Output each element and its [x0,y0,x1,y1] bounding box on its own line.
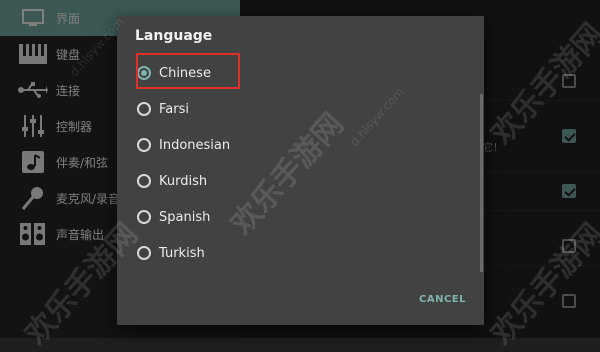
language-option-turkish[interactable]: Turkish [137,238,437,268]
option-label: Turkish [159,245,205,261]
dialog-title: Language [135,28,213,44]
option-label: Indonesian [159,137,231,153]
selection-highlight-box [136,53,240,89]
radio-unselected-icon [137,138,151,152]
radio-unselected-icon [137,174,151,188]
radio-unselected-icon [137,210,151,224]
language-option-spanish[interactable]: Spanish [137,202,437,232]
option-label: Kurdish [159,173,208,189]
option-label: Farsi [159,101,189,117]
radio-unselected-icon [137,102,151,116]
option-label: Spanish [159,209,211,225]
cancel-button[interactable]: CANCEL [419,294,466,305]
